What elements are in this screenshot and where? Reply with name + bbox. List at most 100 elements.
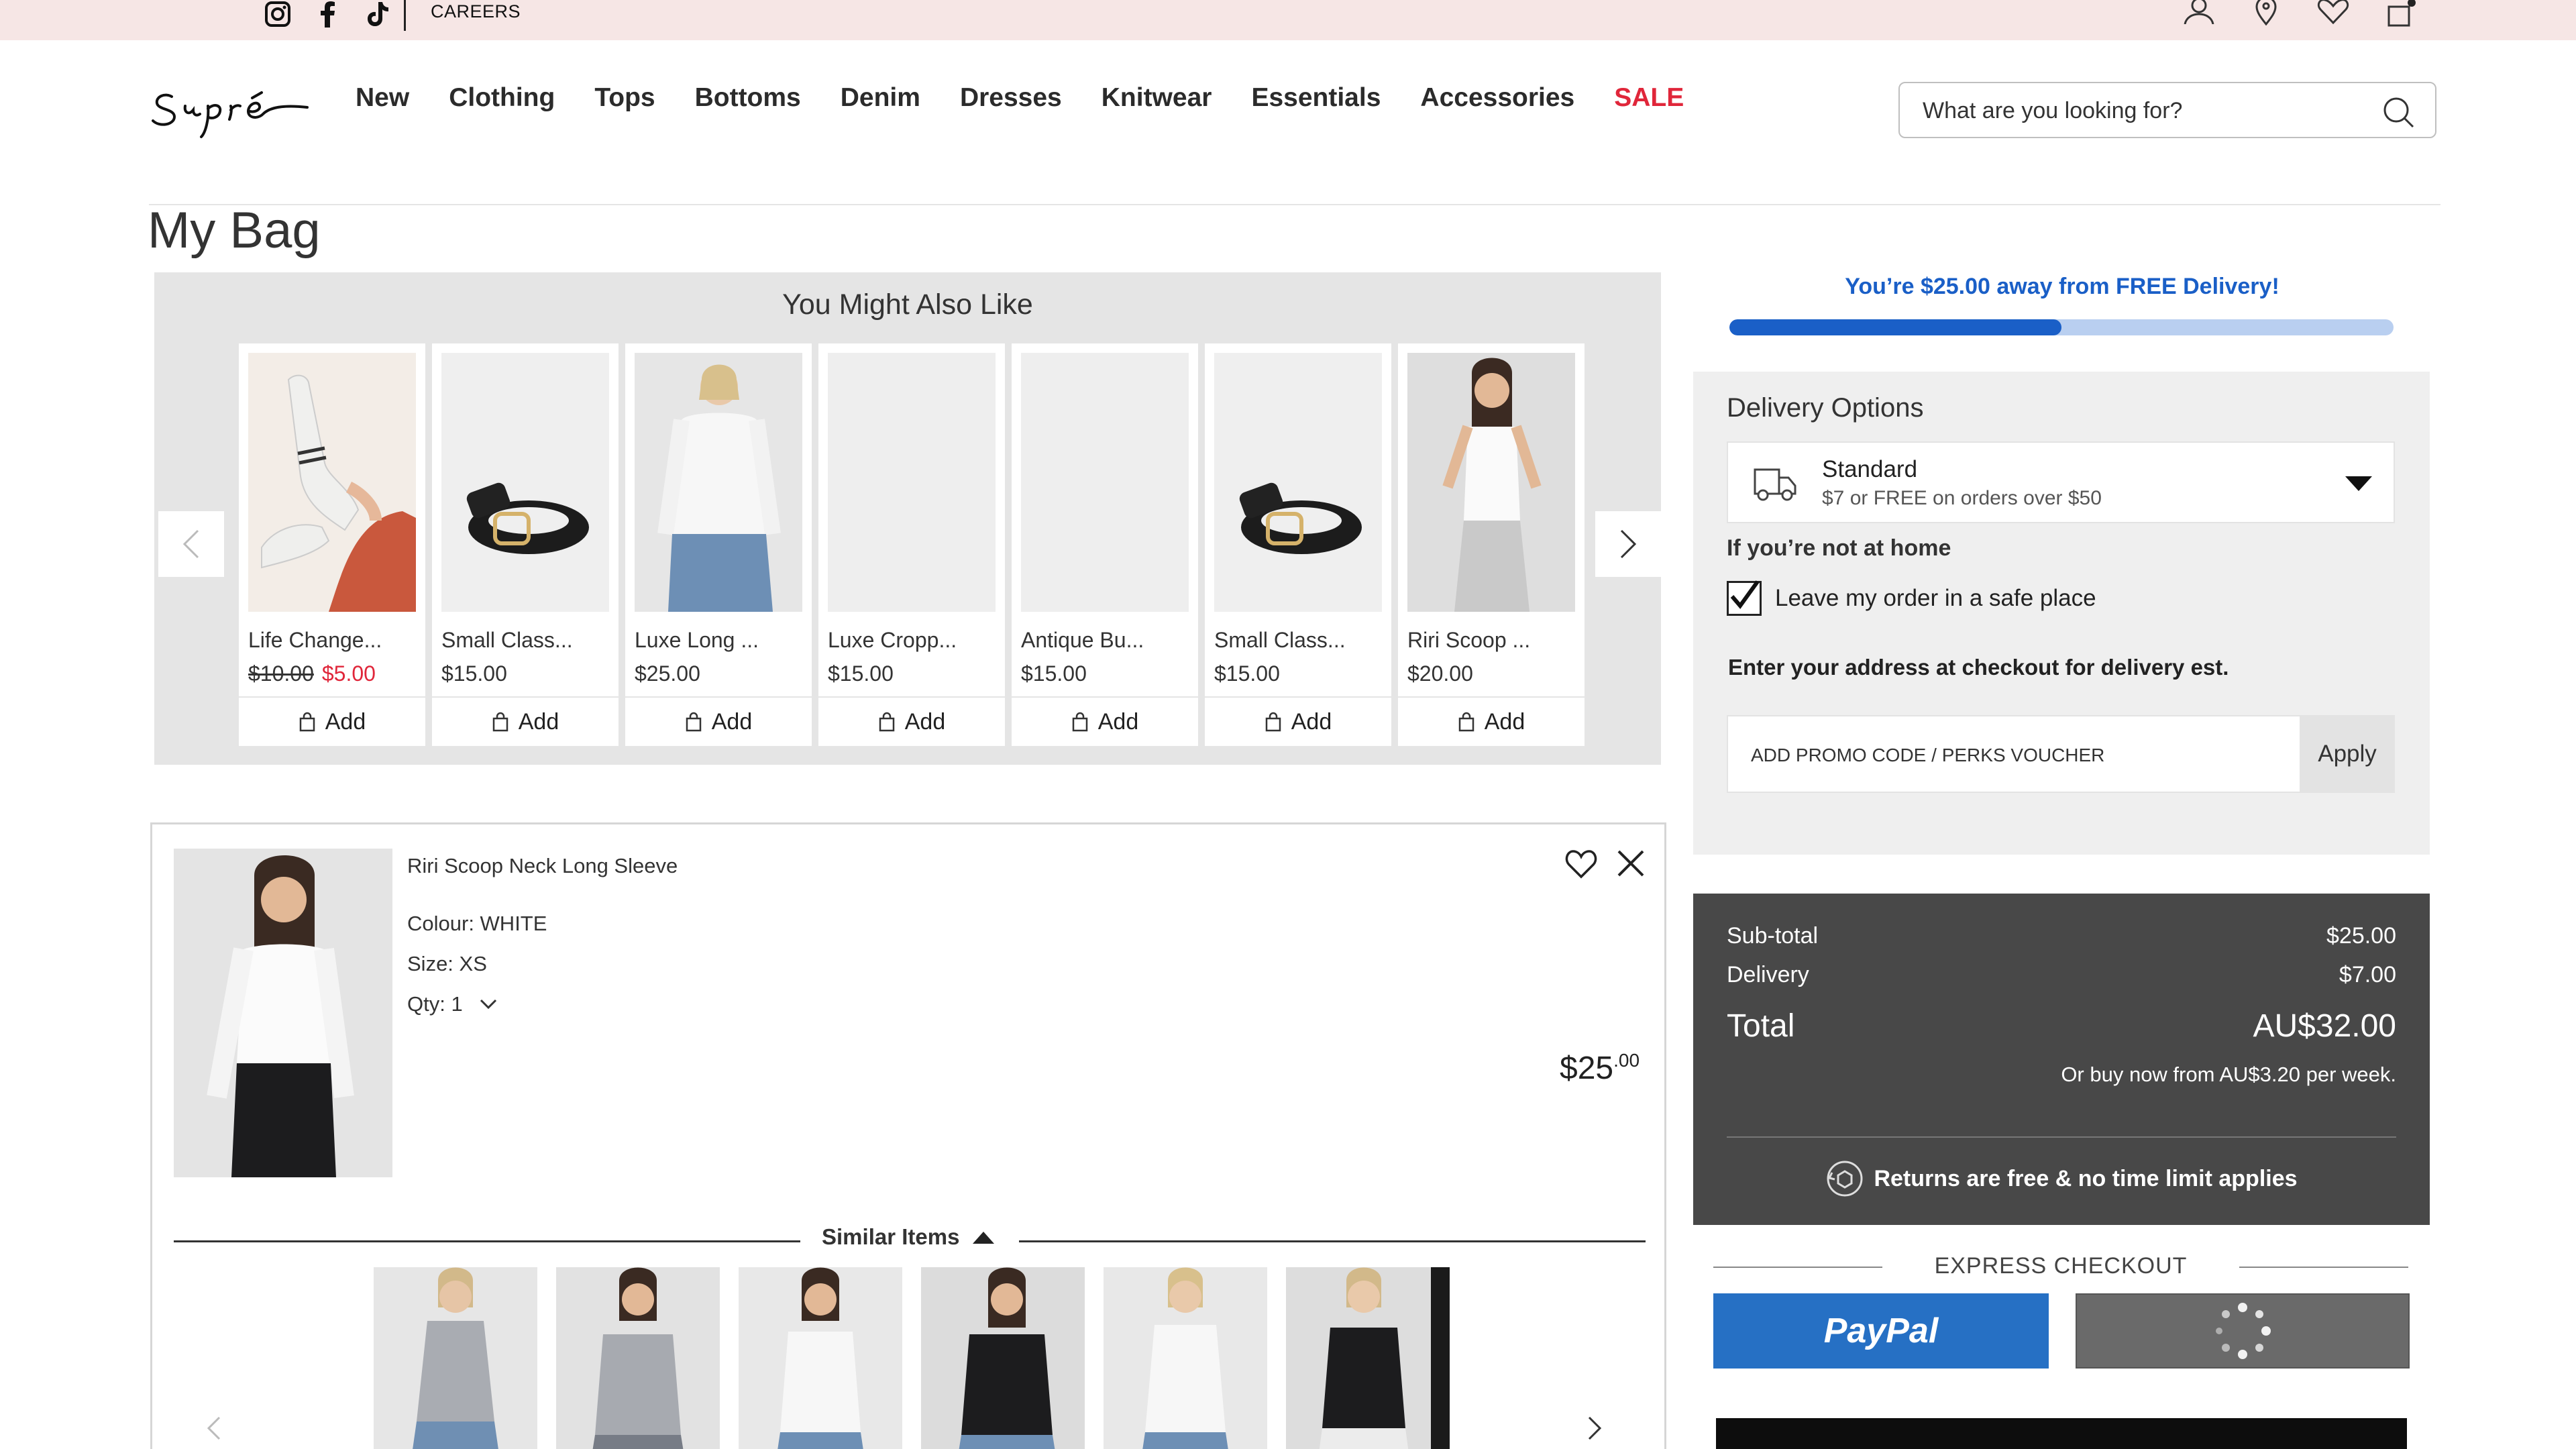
nav-new[interactable]: New — [356, 83, 409, 113]
product-card[interactable]: Riri Scoop ... $20.00 Add — [1398, 343, 1585, 746]
nav-essentials[interactable]: Essentials — [1251, 83, 1381, 113]
qty-selector[interactable]: Qty: 1 — [407, 992, 498, 1016]
chevron-right-icon[interactable] — [1581, 1415, 1608, 1442]
apply-promo-button[interactable]: Apply — [2300, 715, 2395, 793]
product-image-placeholder[interactable] — [828, 353, 996, 612]
product-name[interactable]: Antique Bu... — [1021, 628, 1144, 653]
bag-item-price: $25.00 — [1560, 1050, 1640, 1086]
carousel-prev-button[interactable] — [158, 511, 224, 577]
nav-accessories[interactable]: Accessories — [1420, 83, 1574, 113]
product-image-belt[interactable] — [1214, 353, 1382, 612]
similar-item-image[interactable] — [739, 1267, 902, 1449]
product-price: $15.00 — [1214, 661, 1280, 686]
product-image-riri-scoop[interactable] — [1407, 353, 1575, 612]
promo-code-input[interactable] — [1751, 742, 2261, 769]
supre-logo[interactable] — [152, 82, 314, 142]
product-image-belt[interactable] — [441, 353, 609, 612]
product-card[interactable]: Luxe Long ... $25.00 Add — [625, 343, 812, 746]
recommendations-title: You Might Also Like — [782, 288, 1033, 321]
product-price: $15.00 — [441, 661, 507, 686]
search-input[interactable] — [1923, 95, 2365, 126]
add-to-bag-button[interactable]: Add — [818, 696, 1005, 746]
product-card[interactable]: Life Change... $10.00 $5.00 Add — [239, 343, 425, 746]
express-checkout-heading: EXPRESS CHECKOUT — [1713, 1249, 2408, 1283]
nav-clothing[interactable]: Clothing — [449, 83, 555, 113]
user-icon[interactable] — [2180, 0, 2218, 30]
location-pin-icon[interactable] — [2247, 0, 2285, 30]
product-card[interactable]: Small Class... $15.00 Add — [1205, 343, 1391, 746]
heart-icon[interactable] — [1564, 847, 1599, 881]
close-icon[interactable] — [1615, 847, 1647, 879]
product-name[interactable]: Small Class... — [1214, 628, 1346, 653]
search-icon[interactable] — [2381, 95, 2415, 129]
add-label: Add — [1484, 708, 1525, 735]
product-price: $15.00 — [1021, 661, 1087, 686]
product-name[interactable]: Small Class... — [441, 628, 573, 653]
similar-items-label: Similar Items — [822, 1224, 996, 1250]
similar-item-image[interactable] — [556, 1267, 720, 1449]
nav-tops[interactable]: Tops — [594, 83, 655, 113]
add-label: Add — [904, 708, 946, 735]
similar-items-toggle[interactable]: Similar Items — [174, 1223, 1646, 1258]
nav-dresses[interactable]: Dresses — [960, 83, 1062, 113]
careers-link[interactable]: CAREERS — [431, 1, 521, 22]
page-title: My Bag — [148, 202, 321, 259]
not-at-home-label: If you’re not at home — [1727, 535, 1951, 561]
product-name[interactable]: Luxe Long ... — [635, 628, 759, 653]
add-to-bag-button[interactable]: Add — [1398, 696, 1585, 746]
delivery-method-desc: $7 or FREE on orders over $50 — [1822, 487, 2102, 509]
main-nav: New Clothing Tops Bottoms Denim Dresses … — [356, 83, 1684, 113]
product-image-luxe-long[interactable] — [635, 353, 802, 612]
bag-item-name[interactable]: Riri Scoop Neck Long Sleeve — [407, 854, 678, 878]
add-to-bag-button[interactable]: Add — [1205, 696, 1391, 746]
similar-item-image[interactable] — [1104, 1267, 1267, 1449]
product-price: $20.00 — [1407, 661, 1473, 686]
tiktok-icon[interactable] — [362, 1, 392, 27]
nav-denim[interactable]: Denim — [841, 83, 920, 113]
safe-place-checkbox-row[interactable]: Leave my order in a safe place — [1727, 580, 2096, 616]
utility-divider — [404, 0, 406, 31]
total-value: AU$32.00 — [2253, 1008, 2397, 1044]
chevron-left-icon[interactable] — [201, 1415, 227, 1442]
nav-knitwear[interactable]: Knitwear — [1102, 83, 1212, 113]
add-to-bag-button[interactable]: Add — [1012, 696, 1198, 746]
add-to-bag-button[interactable]: Add — [432, 696, 619, 746]
express-payment-button-secondary[interactable] — [1716, 1418, 2407, 1449]
bag-icon — [879, 712, 894, 732]
delivery-row: Delivery $7.00 — [1727, 962, 2396, 988]
facebook-icon[interactable] — [313, 1, 342, 28]
add-label: Add — [1097, 708, 1139, 735]
add-to-bag-button[interactable]: Add — [239, 696, 425, 746]
nav-sale[interactable]: SALE — [1614, 83, 1684, 113]
product-card[interactable]: Luxe Cropp... $15.00 Add — [818, 343, 1005, 746]
paypal-button[interactable]: PayPal — [1713, 1293, 2049, 1368]
bag-icon[interactable] — [2381, 0, 2419, 30]
product-name[interactable]: Riri Scoop ... — [1407, 628, 1530, 653]
product-card[interactable]: Antique Bu... $15.00 Add — [1012, 343, 1198, 746]
heart-icon[interactable] — [2314, 0, 2352, 30]
site-header: New Clothing Tops Bottoms Denim Dresses … — [0, 40, 2576, 205]
product-name[interactable]: Life Change... — [248, 628, 382, 653]
instagram-icon[interactable] — [263, 1, 292, 27]
add-to-bag-button[interactable]: Add — [625, 696, 812, 746]
similar-item-image[interactable] — [1286, 1267, 1450, 1449]
add-label: Add — [325, 708, 366, 735]
safe-place-checkbox[interactable] — [1727, 580, 1762, 616]
product-image-placeholder[interactable] — [1021, 353, 1189, 612]
bag-item-image[interactable] — [174, 849, 392, 1177]
search-box — [1898, 82, 2436, 138]
delivery-options-panel: Delivery Options Standard $7 or FREE on … — [1693, 372, 2430, 855]
similar-item-image[interactable] — [374, 1267, 537, 1449]
product-card[interactable]: Small Class... $15.00 Add — [432, 343, 619, 746]
account-icons — [2180, 0, 2419, 30]
express-payment-button[interactable] — [2076, 1293, 2410, 1368]
carousel-next-button[interactable] — [1595, 511, 1661, 577]
checkmark-icon — [1730, 580, 1760, 609]
delivery-method-select[interactable]: Standard $7 or FREE on orders over $50 — [1727, 441, 2395, 523]
product-image-socks[interactable] — [248, 353, 416, 612]
product-name[interactable]: Luxe Cropp... — [828, 628, 957, 653]
divider-line — [2239, 1267, 2408, 1268]
similar-item-image[interactable] — [921, 1267, 1085, 1449]
divider-line — [1019, 1240, 1646, 1242]
nav-bottoms[interactable]: Bottoms — [695, 83, 801, 113]
